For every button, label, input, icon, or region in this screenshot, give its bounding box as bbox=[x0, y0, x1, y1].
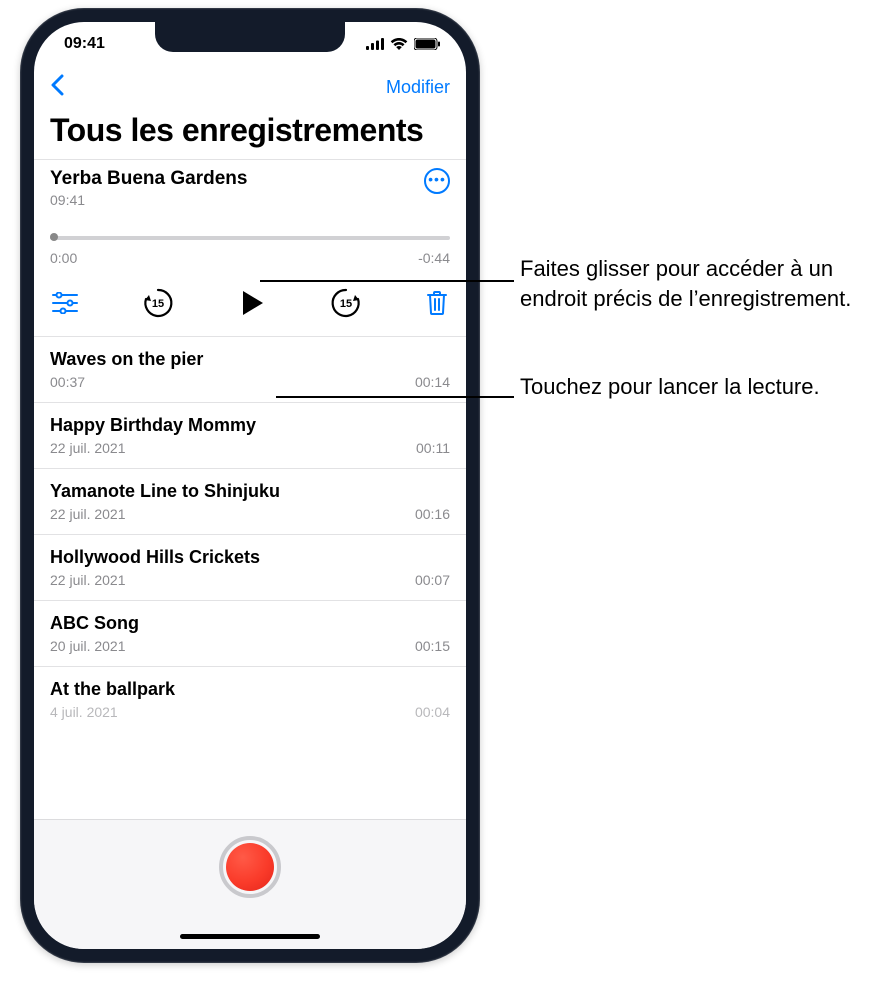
list-item-title: ABC Song bbox=[50, 613, 450, 634]
more-button[interactable]: ••• bbox=[424, 168, 450, 194]
cellular-icon bbox=[366, 38, 384, 50]
list-item-title: Waves on the pier bbox=[50, 349, 450, 370]
list-item-title: Happy Birthday Mommy bbox=[50, 415, 450, 436]
list-item-duration: 00:04 bbox=[415, 704, 450, 720]
playback-slider[interactable] bbox=[50, 230, 450, 244]
callout-play: Touchez pour lancer la lecture. bbox=[520, 372, 820, 402]
elapsed-time: 0:00 bbox=[50, 250, 77, 266]
list-item-duration: 00:11 bbox=[416, 440, 450, 456]
options-button[interactable] bbox=[52, 292, 78, 314]
edit-button[interactable]: Modifier bbox=[386, 77, 450, 98]
delete-button[interactable] bbox=[426, 290, 448, 316]
record-button[interactable] bbox=[219, 836, 281, 898]
remaining-time: -0:44 bbox=[418, 250, 450, 266]
trash-icon bbox=[426, 290, 448, 316]
skip-back-button[interactable]: 15 bbox=[141, 286, 175, 320]
list-item-meta: 22 juil. 2021 bbox=[50, 572, 126, 588]
list-item-meta: 20 juil. 2021 bbox=[50, 638, 126, 654]
list-item-title: Yamanote Line to Shinjuku bbox=[50, 481, 450, 502]
record-bar bbox=[34, 819, 466, 949]
screen: 09:41 Modifier Tous les enregistrements … bbox=[34, 22, 466, 949]
list-item-meta: 00:37 bbox=[50, 374, 85, 390]
expanded-recording: Yerba Buena Gardens 09:41 ••• 0:00 -0:44 bbox=[34, 159, 466, 337]
skip-forward-amount: 15 bbox=[329, 286, 363, 320]
status-indicators bbox=[366, 38, 440, 50]
list-item-duration: 00:15 bbox=[415, 638, 450, 654]
sliders-icon bbox=[52, 292, 78, 314]
list-item[interactable]: Waves on the pier 00:37 00:14 bbox=[34, 337, 466, 403]
home-indicator[interactable] bbox=[180, 934, 320, 939]
callout-leader-line bbox=[276, 396, 514, 398]
list-item-duration: 00:16 bbox=[415, 506, 450, 522]
callout-slider: Faites glisser pour accéder à un endroit… bbox=[520, 254, 883, 313]
list-item-title: Hollywood Hills Crickets bbox=[50, 547, 450, 568]
wifi-icon bbox=[390, 38, 408, 50]
list-item[interactable]: Yamanote Line to Shinjuku 22 juil. 2021 0… bbox=[34, 469, 466, 535]
list-item-meta: 22 juil. 2021 bbox=[50, 506, 126, 522]
status-time: 09:41 bbox=[64, 35, 105, 53]
record-icon bbox=[226, 843, 274, 891]
time-labels: 0:00 -0:44 bbox=[50, 250, 450, 266]
play-button[interactable] bbox=[238, 289, 266, 317]
nav-bar: Modifier bbox=[34, 66, 466, 108]
slider-thumb[interactable] bbox=[50, 233, 58, 241]
list-item[interactable]: Hollywood Hills Crickets 22 juil. 2021 00… bbox=[34, 535, 466, 601]
list-item-duration: 00:14 bbox=[415, 374, 450, 390]
callout-leader-line bbox=[260, 280, 514, 282]
phone-frame: 09:41 Modifier Tous les enregistrements … bbox=[20, 8, 480, 963]
skip-back-amount: 15 bbox=[141, 286, 175, 320]
list-item[interactable]: ABC Song 20 juil. 2021 00:15 bbox=[34, 601, 466, 667]
playback-controls: 15 15 bbox=[50, 286, 450, 320]
ellipsis-icon: ••• bbox=[428, 172, 446, 186]
recording-time: 09:41 bbox=[50, 192, 247, 208]
play-icon bbox=[238, 289, 266, 317]
slider-track bbox=[50, 236, 450, 240]
list-item-duration: 00:07 bbox=[415, 572, 450, 588]
list-item-title: At the ballpark bbox=[50, 679, 450, 700]
notch bbox=[155, 22, 345, 52]
list-item[interactable]: Happy Birthday Mommy 22 juil. 2021 00:11 bbox=[34, 403, 466, 469]
page-title: Tous les enregistrements bbox=[34, 108, 466, 159]
battery-icon bbox=[414, 38, 440, 50]
list-item-meta: 22 juil. 2021 bbox=[50, 440, 126, 456]
chevron-left-icon bbox=[50, 74, 64, 96]
list-item-meta: 4 juil. 2021 bbox=[50, 704, 118, 720]
list-item[interactable]: At the ballpark 4 juil. 2021 00:04 bbox=[34, 667, 466, 732]
back-button[interactable] bbox=[50, 74, 64, 101]
recording-title: Yerba Buena Gardens bbox=[50, 168, 247, 190]
skip-forward-button[interactable]: 15 bbox=[329, 286, 363, 320]
